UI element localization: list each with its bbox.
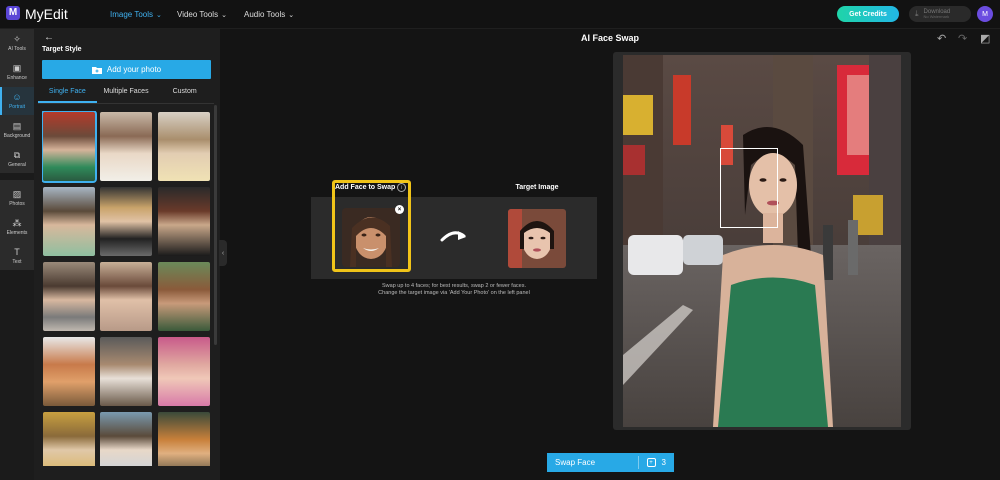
nav-video-tools[interactable]: Video Tools ⌄	[177, 10, 227, 19]
portrait-icon: ☺	[12, 91, 22, 102]
get-credits-button[interactable]: Get Credits	[837, 6, 899, 22]
style-thumbnail[interactable]	[158, 262, 210, 331]
style-thumbnail[interactable]	[100, 412, 152, 466]
chevron-down-icon: ⌄	[288, 11, 295, 19]
style-thumbnail[interactable]	[158, 112, 210, 181]
elements-icon: ⁂	[12, 217, 22, 228]
credit-icon: +	[646, 458, 656, 467]
page-title: AI Face Swap	[580, 33, 640, 43]
target-preview-image[interactable]	[623, 55, 901, 427]
undo-icon[interactable]: ↶	[937, 32, 946, 45]
collapse-panel-button[interactable]: ‹	[219, 240, 227, 266]
folder-plus-icon	[91, 66, 102, 74]
brand-name[interactable]: MyEdit	[25, 6, 68, 22]
style-thumbnail[interactable]	[158, 337, 210, 406]
swap-hint: Swap up to 4 faces; for best results, sw…	[378, 283, 530, 296]
rail-item-text[interactable]: T Text	[0, 242, 34, 270]
redo-icon[interactable]: ↷	[958, 32, 967, 45]
panel-scrollbar[interactable]	[214, 105, 217, 345]
rail-item-background[interactable]: ▤ Background	[0, 116, 34, 144]
swap-arrow-icon	[440, 231, 466, 242]
back-arrow-icon[interactable]: ←	[44, 32, 54, 43]
avatar[interactable]: M	[977, 6, 993, 22]
chevron-down-icon: ⌄	[221, 11, 227, 19]
button-divider	[638, 456, 639, 469]
style-thumbnail[interactable]	[100, 187, 152, 256]
rail-item-enhance[interactable]: ▣ Enhance	[0, 58, 34, 86]
add-your-photo-button[interactable]: Add your photo	[42, 60, 211, 79]
style-thumbnail[interactable]	[100, 337, 152, 406]
style-thumbnail[interactable]	[43, 187, 95, 256]
style-thumbnail[interactable]	[100, 262, 152, 331]
style-thumbnail[interactable]	[158, 412, 210, 466]
target-face-image	[508, 209, 566, 268]
tab-single-face[interactable]: Single Face	[38, 86, 97, 103]
myedit-logo-icon[interactable]: M	[6, 6, 20, 20]
rail-item-elements[interactable]: ⁂ Elements	[0, 213, 34, 241]
target-style-grid	[42, 111, 211, 466]
chevron-down-icon: ⌄	[156, 11, 162, 19]
magic-wand-icon: ✧	[13, 33, 21, 44]
tool-rail: ✧ AI Tools ▣ Enhance ☺ Portrait ▤ Background…	[0, 29, 34, 480]
swap-face-button[interactable]: Swap Face + 3	[547, 453, 674, 472]
style-thumbnail[interactable]	[158, 187, 210, 256]
tab-custom[interactable]: Custom	[155, 86, 214, 103]
chevron-left-icon: ‹	[221, 249, 225, 257]
info-icon[interactable]: i	[397, 183, 406, 192]
style-thumbnail[interactable]	[43, 262, 95, 331]
panel-title: Target Style	[42, 46, 82, 53]
target-image-label: Target Image	[515, 184, 559, 191]
download-icon: ⤓	[915, 9, 919, 18]
compare-icon[interactable]: ◩	[980, 32, 990, 45]
style-thumbnail[interactable]	[43, 337, 95, 406]
download-button[interactable]: ⤓ Download No Watermark	[909, 6, 971, 22]
add-face-label: Add Face to Swap	[335, 184, 396, 191]
tab-multiple-faces[interactable]: Multiple Faces	[97, 86, 156, 103]
style-thumbnail[interactable]	[43, 412, 95, 466]
face-mode-tabs: Single Face Multiple Faces Custom	[38, 86, 214, 104]
crop-icon: ⧉	[13, 149, 21, 160]
photos-icon: ▨	[12, 188, 22, 199]
background-icon: ▤	[12, 120, 22, 131]
detected-face-frame[interactable]	[720, 148, 778, 228]
image-enhance-icon: ▣	[12, 62, 22, 73]
nav-audio-tools[interactable]: Audio Tools ⌄	[244, 10, 294, 19]
nav-image-tools[interactable]: Image Tools ⌄	[110, 10, 162, 19]
text-icon: T	[14, 246, 20, 257]
rail-item-general[interactable]: ⧉ General	[0, 145, 34, 173]
target-style-panel: ← Target Style Add your photo Single Fac…	[34, 29, 220, 480]
rail-item-portrait[interactable]: ☺ Portrait	[0, 87, 34, 115]
style-thumbnail[interactable]	[42, 111, 97, 183]
style-thumbnail[interactable]	[100, 112, 152, 181]
top-bar: M MyEdit Image Tools ⌄ Video Tools ⌄ Audio…	[0, 0, 1000, 29]
rail-item-ai-tools[interactable]: ✧ AI Tools	[0, 29, 34, 57]
credit-cost: + 3	[646, 458, 666, 467]
remove-face-button[interactable]: ×	[395, 205, 404, 214]
source-face-image[interactable]	[342, 208, 400, 267]
rail-item-photos[interactable]: ▨ Photos	[0, 184, 34, 212]
